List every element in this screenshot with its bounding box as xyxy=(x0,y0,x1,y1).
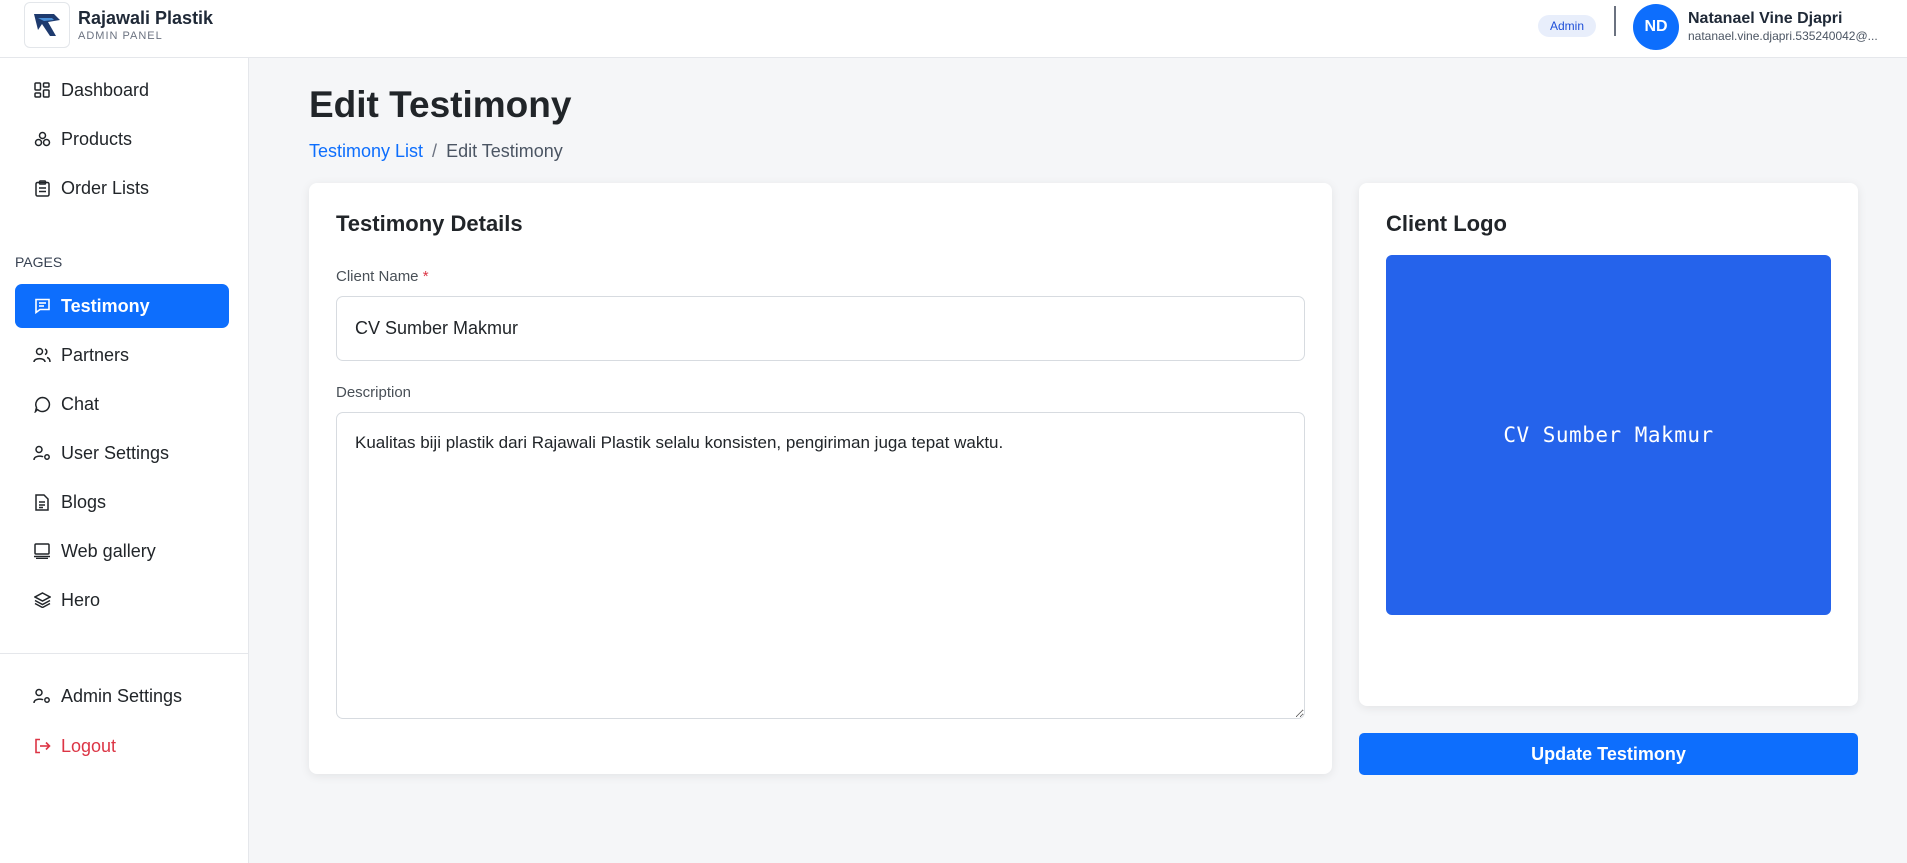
client-name-input[interactable] xyxy=(336,296,1305,361)
section-label-pages: PAGES xyxy=(15,254,63,270)
sidebar-item-logout[interactable]: Logout xyxy=(15,724,229,768)
sidebar-item-web-gallery[interactable]: Web gallery xyxy=(15,529,229,573)
sidebar-item-admin-settings[interactable]: Admin Settings xyxy=(15,674,229,718)
user-email: natanael.vine.djapri.535240042@... xyxy=(1688,29,1878,43)
dashboard-icon xyxy=(33,81,51,99)
description-label: Description xyxy=(336,384,412,401)
description-textarea[interactable]: Kualitas biji plastik dari Rajawali Plas… xyxy=(336,412,1305,719)
client-logo-image[interactable]: CV Sumber Makmur xyxy=(1386,255,1831,615)
document-icon xyxy=(33,493,51,511)
sidebar-item-user-settings[interactable]: User Settings xyxy=(15,431,229,475)
user-name[interactable]: Natanael Vine Djapri xyxy=(1688,10,1842,28)
message-icon xyxy=(33,297,51,315)
breadcrumb-separator: / xyxy=(432,141,438,161)
breadcrumb: Testimony List / Edit Testimony xyxy=(309,141,563,162)
card-title: Client Logo xyxy=(1386,211,1507,236)
client-logo-card: Client Logo CV Sumber Makmur xyxy=(1359,183,1858,706)
chat-icon xyxy=(33,395,51,413)
sidebar-item-dashboard[interactable]: Dashboard xyxy=(15,68,229,112)
sidebar-item-label: Admin Settings xyxy=(61,685,183,706)
sidebar-item-products[interactable]: Products xyxy=(15,117,229,161)
users-icon xyxy=(33,346,51,364)
sidebar-item-label: Web gallery xyxy=(61,540,156,561)
required-mark: * xyxy=(422,268,429,285)
brand-subtitle: ADMIN PANEL xyxy=(78,30,163,42)
testimony-details-card: Testimony Details Client Name * Descript… xyxy=(309,183,1332,774)
sidebar-item-label: Dashboard xyxy=(61,79,150,100)
sidebar-item-partners[interactable]: Partners xyxy=(15,333,229,377)
client-name-label: Client Name * xyxy=(336,268,429,285)
user-gear-icon xyxy=(33,444,51,462)
sidebar-item-chat[interactable]: Chat xyxy=(15,382,229,426)
sidebar-item-label: Chat xyxy=(61,393,100,414)
sidebar: Dashboard Products Order Lists PAGES Tes… xyxy=(0,58,249,863)
brand-name: Rajawali Plastik xyxy=(78,8,214,28)
logout-icon xyxy=(33,737,51,755)
role-badge: Admin xyxy=(1538,15,1596,37)
sidebar-item-hero[interactable]: Hero xyxy=(15,578,229,622)
card-title: Testimony Details xyxy=(336,211,523,236)
client-logo-text: CV Sumber Makmur xyxy=(1503,423,1714,447)
brand-logo-icon xyxy=(24,2,70,48)
page-title: Edit Testimony xyxy=(309,84,572,125)
sidebar-item-label: Order Lists xyxy=(61,177,150,198)
user-gear-icon xyxy=(33,687,51,705)
sidebar-item-label: Logout xyxy=(61,735,117,756)
sidebar-item-blogs[interactable]: Blogs xyxy=(15,480,229,524)
breadcrumb-current: Edit Testimony xyxy=(446,141,563,161)
avatar[interactable]: ND xyxy=(1633,4,1679,50)
sidebar-item-label: Partners xyxy=(61,344,130,365)
sidebar-item-label: User Settings xyxy=(61,442,170,463)
gallery-icon xyxy=(33,542,51,560)
update-testimony-button[interactable]: Update Testimony xyxy=(1359,733,1858,775)
sidebar-divider xyxy=(0,653,249,654)
sidebar-item-label: Testimony xyxy=(61,295,150,316)
breadcrumb-link-testimony-list[interactable]: Testimony List xyxy=(309,141,423,162)
sidebar-item-order-lists[interactable]: Order Lists xyxy=(15,166,229,210)
sidebar-item-label: Blogs xyxy=(61,491,107,512)
brand[interactable]: Rajawali Plastik ADMIN PANEL xyxy=(24,2,213,48)
clipboard-icon xyxy=(33,179,51,197)
sidebar-item-testimony[interactable]: Testimony xyxy=(15,284,229,328)
top-bar: Rajawali Plastik ADMIN PANEL Admin ND Na… xyxy=(0,0,1907,58)
products-icon xyxy=(33,130,51,148)
sidebar-item-label: Hero xyxy=(61,589,101,610)
sidebar-item-label: Products xyxy=(61,128,133,149)
header-divider xyxy=(1614,6,1616,36)
client-name-label-text: Client Name xyxy=(336,268,419,285)
layers-icon xyxy=(33,591,51,609)
